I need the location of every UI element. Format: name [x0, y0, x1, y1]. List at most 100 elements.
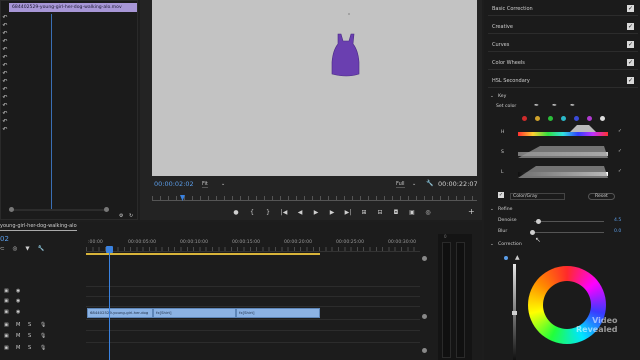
- insert-icon[interactable]: ⊞: [360, 208, 368, 218]
- swatch-yellow[interactable]: [535, 116, 540, 121]
- chevron-down-icon[interactable]: ⌄: [490, 242, 494, 247]
- time-ruler[interactable]: :00:00 00:00:05:00 00:00:10:00 00:00:15:…: [86, 236, 420, 252]
- chevron-down-icon[interactable]: ⌄: [412, 181, 416, 187]
- undo-icon[interactable]: ↶: [1, 70, 9, 78]
- undo-icon[interactable]: ↶: [1, 14, 9, 22]
- swatch-magenta[interactable]: [587, 116, 592, 121]
- three-wheel-icon[interactable]: ▲: [515, 254, 520, 261]
- checkbox[interactable]: ✓: [627, 41, 634, 48]
- undo-icon[interactable]: ↶: [1, 86, 9, 94]
- eye-icon[interactable]: ◉: [16, 298, 20, 304]
- check-icon[interactable]: ✓: [618, 129, 622, 134]
- scroll-handle-left[interactable]: [9, 207, 14, 212]
- overwrite-icon[interactable]: ⊟: [376, 208, 384, 218]
- swatch-blue[interactable]: [574, 116, 579, 121]
- check-icon[interactable]: ✓: [618, 169, 622, 174]
- undo-icon[interactable]: ↶: [1, 118, 9, 126]
- step-back-icon[interactable]: ◀: [296, 208, 304, 218]
- timeline-vertical-scroll[interactable]: [422, 256, 427, 356]
- color-gray-dropdown[interactable]: Color/Gray: [510, 193, 565, 200]
- checkbox[interactable]: ✓: [627, 77, 634, 84]
- program-timecode[interactable]: 00:00:02:02: [154, 180, 194, 188]
- go-to-out-icon[interactable]: ▶|: [344, 208, 352, 218]
- checkbox[interactable]: ✓: [627, 5, 634, 12]
- reset-button[interactable]: Reset: [588, 193, 615, 200]
- add-button-icon[interactable]: +: [468, 207, 475, 216]
- video-clip[interactable]: 684402529-young-girl-her-dog: [87, 308, 153, 318]
- undo-icon[interactable]: ↶: [1, 102, 9, 110]
- timeline-playhead[interactable]: [109, 246, 110, 360]
- snap-icon[interactable]: ⊂: [0, 246, 5, 252]
- fit-dropdown[interactable]: Fit: [202, 181, 208, 188]
- solo-button[interactable]: S: [28, 322, 31, 328]
- film-icon[interactable]: ▣: [4, 288, 9, 294]
- undo-icon[interactable]: ↶: [1, 38, 9, 46]
- denoise-value[interactable]: 4.5: [614, 218, 621, 223]
- chevron-down-icon[interactable]: ⌄: [490, 207, 494, 212]
- in-out-range[interactable]: [86, 253, 320, 255]
- scroll-handle[interactable]: [422, 348, 427, 353]
- check-icon[interactable]: ✓: [618, 149, 622, 154]
- hue-range-slider[interactable]: [518, 125, 608, 138]
- resolution-dropdown[interactable]: Full: [396, 181, 405, 188]
- swatch-green[interactable]: [548, 116, 553, 121]
- mark-in-icon[interactable]: {: [248, 208, 256, 218]
- go-to-in-icon[interactable]: |◀: [280, 208, 288, 218]
- eye-icon[interactable]: ◉: [16, 288, 20, 294]
- saturation-range-slider[interactable]: [518, 146, 608, 158]
- mute-button[interactable]: M: [16, 322, 20, 328]
- checkbox[interactable]: ✓: [627, 59, 634, 66]
- play-icon[interactable]: ▶: [312, 208, 320, 218]
- camera-icon[interactable]: ◘: [392, 208, 400, 218]
- lock-icon[interactable]: ▣: [4, 322, 9, 328]
- undo-icon[interactable]: ↶: [1, 54, 9, 62]
- link-icon[interactable]: ◎: [13, 246, 18, 252]
- slider-thumb[interactable]: [530, 230, 535, 235]
- sequence-tab[interactable]: young-girl-her-dog-walking-alo: [0, 223, 77, 231]
- section-basic-correction[interactable]: Basic Correction ✓: [488, 2, 638, 16]
- source-clip-label[interactable]: 684402529-young-girl-her-dog-walking-alo…: [9, 3, 137, 12]
- video-clip-effect[interactable]: fx[Shirt]: [153, 308, 236, 318]
- eyedropper-minus-icon[interactable]: ✒: [570, 102, 575, 109]
- video-preview[interactable]: [152, 0, 477, 176]
- eyedropper-icon[interactable]: ✒: [534, 102, 539, 109]
- undo-icon[interactable]: ↶: [1, 78, 9, 86]
- program-scrubber[interactable]: [152, 195, 477, 204]
- lock-icon[interactable]: ▣: [4, 333, 9, 339]
- undo-icon[interactable]: ↶: [1, 22, 9, 30]
- marker-icon[interactable]: ▼: [25, 246, 29, 252]
- refresh-icon[interactable]: ↻: [129, 213, 133, 219]
- wrench-icon[interactable]: 🔧: [38, 246, 45, 252]
- solo-button[interactable]: S: [28, 333, 31, 339]
- color-gray-checkbox[interactable]: ✓: [498, 192, 504, 198]
- hue-range-handle[interactable]: [568, 124, 598, 132]
- section-curves[interactable]: Curves ✓: [488, 38, 638, 52]
- mark-out-icon[interactable]: }: [264, 208, 272, 218]
- swatch-cyan[interactable]: [561, 116, 566, 121]
- mute-button[interactable]: M: [16, 333, 20, 339]
- undo-icon[interactable]: ↶: [1, 126, 9, 134]
- step-forward-icon[interactable]: ▶: [328, 208, 336, 218]
- section-hsl-secondary[interactable]: HSL Secondary ✓: [488, 74, 638, 88]
- lock-icon[interactable]: ▣: [4, 345, 9, 351]
- mic-icon[interactable]: 🎙: [40, 345, 46, 351]
- eyedropper-plus-icon[interactable]: ✒: [552, 102, 557, 109]
- section-creative[interactable]: Creative ✓: [488, 20, 638, 34]
- film-icon[interactable]: ▣: [4, 309, 9, 315]
- marker-icon[interactable]: ●: [232, 208, 240, 218]
- slider-thumb[interactable]: [536, 219, 541, 224]
- vr-icon[interactable]: ◎: [424, 208, 432, 218]
- wrench-icon[interactable]: 🔧: [426, 180, 433, 187]
- settings-icon[interactable]: ⚙: [119, 213, 123, 219]
- chevron-down-icon[interactable]: ⌄: [221, 181, 225, 187]
- section-color-wheels[interactable]: Color Wheels ✓: [488, 56, 638, 70]
- scroll-handle-right[interactable]: [104, 207, 109, 212]
- luma-slider-thumb[interactable]: [512, 311, 517, 315]
- blur-slider[interactable]: [530, 230, 604, 235]
- chevron-down-icon[interactable]: ⌄: [490, 94, 494, 99]
- compare-icon[interactable]: ▣: [408, 208, 416, 218]
- scroll-handle[interactable]: [422, 314, 427, 319]
- luminance-range-handle[interactable]: [518, 164, 608, 178]
- saturation-range-handle[interactable]: [518, 144, 608, 158]
- swatch-white[interactable]: [600, 116, 605, 121]
